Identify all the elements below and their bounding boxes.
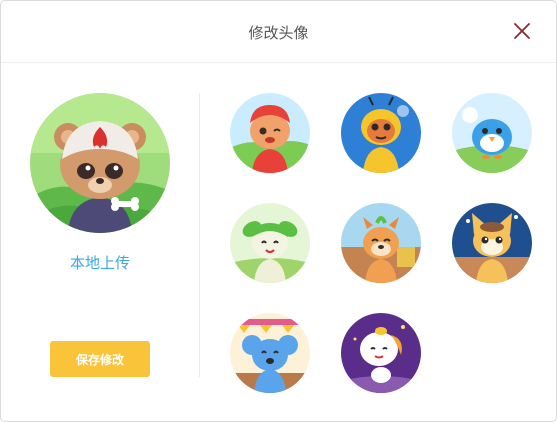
save-changes-button[interactable]: 保存修改 (50, 341, 150, 377)
avatar-grid (230, 93, 532, 393)
fox-avatar[interactable] (452, 203, 532, 283)
close-button[interactable] (512, 21, 532, 41)
bee-avatar[interactable] (341, 93, 421, 173)
blue-bird-avatar[interactable] (452, 93, 532, 173)
squirrel-avatar[interactable] (341, 203, 421, 283)
change-avatar-dialog: 修改头像 本地上传 保存修改 (0, 0, 557, 422)
current-avatar (30, 93, 170, 233)
panel-divider (199, 93, 200, 377)
current-avatar-panel: 本地上传 保存修改 (1, 63, 199, 421)
close-icon (514, 23, 530, 39)
blue-koala-avatar[interactable] (230, 313, 310, 393)
dialog-header: 修改头像 (1, 1, 556, 63)
green-sprout-avatar[interactable] (230, 203, 310, 283)
red-panda-avatar[interactable] (230, 93, 310, 173)
moon-spirit-avatar[interactable] (341, 313, 421, 393)
dialog-title: 修改头像 (248, 24, 309, 42)
local-upload-link[interactable]: 本地上传 (1, 252, 199, 273)
